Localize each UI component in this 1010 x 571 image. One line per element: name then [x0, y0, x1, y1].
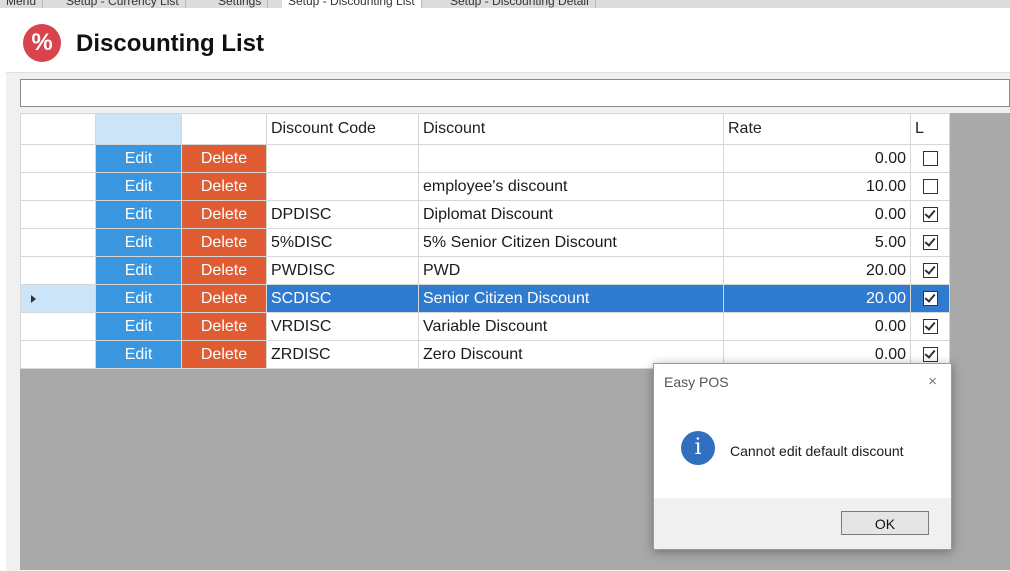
row-header[interactable] — [20, 144, 96, 173]
row-header[interactable] — [20, 228, 96, 257]
table-row[interactable]: Edit Delete VRDISC Variable Discount 0.00 — [20, 312, 950, 341]
rate-cell[interactable]: 10.00 — [723, 172, 911, 201]
rate-cell[interactable]: 0.00 — [723, 144, 911, 173]
locked-checkbox[interactable] — [922, 206, 938, 222]
discount-name-cell[interactable]: Senior Citizen Discount — [418, 284, 724, 313]
row-header-column — [20, 113, 96, 145]
row-header[interactable] — [20, 172, 96, 201]
table-row[interactable]: Edit Delete employee's discount 10.00 — [20, 172, 950, 201]
edit-button[interactable]: Edit — [95, 256, 182, 285]
percent-icon: % — [23, 24, 61, 62]
edit-button[interactable]: Edit — [95, 228, 182, 257]
locked-cell[interactable] — [910, 312, 950, 341]
rate-column-header[interactable]: Rate — [723, 113, 911, 145]
row-header[interactable] — [20, 200, 96, 229]
row-header[interactable] — [20, 256, 96, 285]
tab-menu[interactable]: Menu — [0, 0, 44, 8]
edit-column-header[interactable] — [95, 113, 182, 145]
discount-code-cell[interactable]: PWDISC — [266, 256, 419, 285]
table-row[interactable]: Edit Delete 5%DISC 5% Senior Citizen Discou… — [20, 228, 950, 257]
locked-column-header[interactable]: L — [910, 113, 950, 145]
discount-table: Discount Code Discount Rate L Edit Delete… — [20, 113, 950, 369]
discount-code-cell[interactable]: 5%DISC — [266, 228, 419, 257]
delete-button[interactable]: Delete — [181, 284, 267, 313]
tab-settings[interactable]: Settings — [212, 0, 269, 8]
rate-cell[interactable]: 5.00 — [723, 228, 911, 257]
locked-checkbox[interactable] — [922, 234, 938, 250]
edit-button[interactable]: Edit — [95, 200, 182, 229]
locked-checkbox[interactable] — [922, 290, 938, 306]
locked-checkbox[interactable] — [922, 150, 938, 166]
rate-cell[interactable]: 0.00 — [723, 312, 911, 341]
tab-strip: Menu Setup - Currency List Settings Setu… — [0, 0, 1010, 8]
tab-discounting-detail[interactable]: Setup - Discounting Detail — [444, 0, 596, 8]
discount-code-cell[interactable]: DPDISC — [266, 200, 419, 229]
row-header[interactable] — [20, 284, 96, 313]
dialog-message: Cannot edit default discount — [730, 443, 904, 459]
delete-button[interactable]: Delete — [181, 172, 267, 201]
discount-name-cell[interactable]: Diplomat Discount — [418, 200, 724, 229]
info-icon: i — [681, 431, 715, 465]
locked-checkbox[interactable] — [922, 178, 938, 194]
current-row-arrow-icon — [31, 294, 36, 303]
rate-cell[interactable]: 20.00 — [723, 284, 911, 313]
table-row[interactable]: Edit Delete 0.00 — [20, 144, 950, 173]
locked-cell[interactable] — [910, 284, 950, 313]
dialog-title: Easy POS — [664, 374, 729, 390]
discount-name-cell[interactable]: Variable Discount — [418, 312, 724, 341]
table-row[interactable]: Edit Delete SCDISC Senior Citizen Discount 2… — [20, 284, 950, 313]
page-title: Discounting List — [76, 30, 264, 57]
discount-code-cell[interactable] — [266, 144, 419, 173]
discount-column-header[interactable]: Discount — [418, 113, 724, 145]
locked-checkbox[interactable] — [922, 262, 938, 278]
delete-button[interactable]: Delete — [181, 200, 267, 229]
edit-button[interactable]: Edit — [95, 312, 182, 341]
delete-button[interactable]: Delete — [181, 228, 267, 257]
edit-button[interactable]: Edit — [95, 172, 182, 201]
message-dialog: Easy POS × i Cannot edit default discoun… — [653, 363, 952, 550]
edit-button[interactable]: Edit — [95, 144, 182, 173]
delete-button[interactable]: Delete — [181, 312, 267, 341]
rate-cell[interactable]: 20.00 — [723, 256, 911, 285]
delete-button[interactable]: Delete — [181, 256, 267, 285]
locked-checkbox[interactable] — [922, 318, 938, 334]
delete-column-header[interactable] — [181, 113, 267, 145]
locked-cell[interactable] — [910, 172, 950, 201]
rate-cell[interactable]: 0.00 — [723, 200, 911, 229]
page-header: % Discounting List — [0, 8, 1010, 72]
table-row[interactable]: Edit Delete PWDISC PWD 20.00 — [20, 256, 950, 285]
search-input[interactable] — [20, 79, 1010, 107]
tab-discounting-list[interactable]: Setup - Discounting List — [282, 0, 422, 8]
locked-cell[interactable] — [910, 200, 950, 229]
locked-cell[interactable] — [910, 228, 950, 257]
edit-button[interactable]: Edit — [95, 284, 182, 313]
discount-name-cell[interactable]: PWD — [418, 256, 724, 285]
discount-name-cell[interactable]: 5% Senior Citizen Discount — [418, 228, 724, 257]
discount-name-cell[interactable] — [418, 144, 724, 173]
row-header[interactable] — [20, 340, 96, 369]
discount-code-cell[interactable]: SCDISC — [266, 284, 419, 313]
discount-code-cell[interactable]: ZRDISC — [266, 340, 419, 369]
row-header[interactable] — [20, 312, 96, 341]
discount-code-column-header[interactable]: Discount Code — [266, 113, 419, 145]
dialog-footer: OK — [654, 498, 951, 549]
discount-code-cell[interactable]: VRDISC — [266, 312, 419, 341]
tab-currency-list[interactable]: Setup - Currency List — [60, 0, 186, 8]
ok-button[interactable]: OK — [841, 511, 929, 535]
close-icon[interactable]: × — [928, 373, 937, 390]
delete-button[interactable]: Delete — [181, 144, 267, 173]
table-row[interactable]: Edit Delete DPDISC Diplomat Discount 0.00 — [20, 200, 950, 229]
locked-cell[interactable] — [910, 256, 950, 285]
header-row: Discount Code Discount Rate L — [20, 113, 950, 145]
locked-checkbox[interactable] — [922, 346, 938, 362]
discount-name-cell[interactable]: employee's discount — [418, 172, 724, 201]
locked-cell[interactable] — [910, 144, 950, 173]
delete-button[interactable]: Delete — [181, 340, 267, 369]
discount-code-cell[interactable] — [266, 172, 419, 201]
edit-button[interactable]: Edit — [95, 340, 182, 369]
